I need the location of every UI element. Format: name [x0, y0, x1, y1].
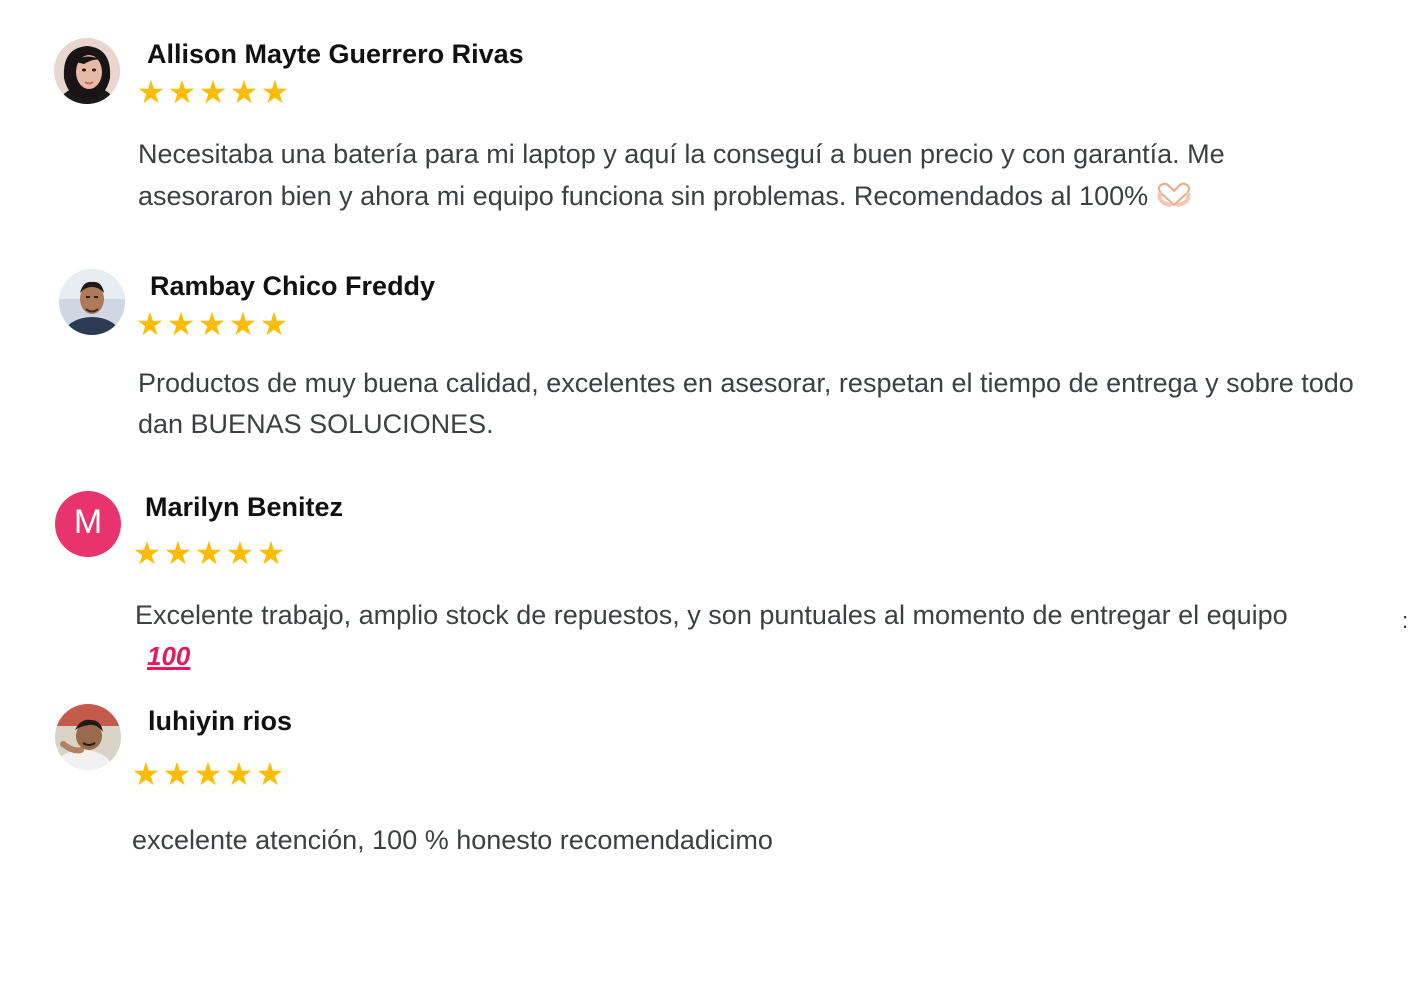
star-icon: ★ — [132, 534, 162, 572]
star-rating: ★ ★ ★ ★ ★ — [131, 758, 285, 790]
star-icon: ★ — [228, 305, 258, 343]
review-text: Necesitaba una batería para mi laptop y … — [138, 133, 1358, 219]
avatar-letter: M — [73, 503, 103, 541]
reviewer-name[interactable]: luhiyin rios — [148, 708, 292, 735]
star-rating: ★ ★ ★ ★ ★ — [136, 76, 290, 108]
star-icon: ★ — [163, 534, 193, 572]
star-icon: ★ — [225, 534, 255, 572]
heart-hands-icon — [1156, 177, 1192, 219]
review-text: Productos de muy buena calidad, excelent… — [138, 368, 1354, 439]
star-icon: ★ — [136, 73, 166, 111]
hundred-points-icon: 100 — [147, 641, 191, 671]
reviewer-name[interactable]: Rambay Chico Freddy — [150, 273, 435, 300]
review-text-body: Excelente trabajo, amplio stock de repue… — [135, 600, 1288, 630]
star-icon: ★ — [167, 73, 197, 111]
star-icon: ★ — [162, 755, 192, 793]
star-icon: ★ — [224, 755, 254, 793]
review-text-body: Necesitaba una batería para mi laptop y … — [138, 139, 1225, 211]
avatar[interactable] — [54, 38, 120, 104]
star-rating: ★ ★ ★ ★ ★ — [132, 537, 286, 569]
avatar[interactable]: M — [55, 491, 121, 557]
star-icon: ★ — [166, 305, 196, 343]
star-icon: ★ — [194, 534, 224, 572]
review-text: excelente atención, 100 % honesto recome… — [132, 825, 773, 855]
star-icon: ★ — [256, 534, 286, 572]
star-icon: ★ — [198, 73, 228, 111]
star-icon: ★ — [259, 305, 289, 343]
avatar[interactable] — [59, 269, 125, 335]
side-mark: : — [1402, 608, 1409, 633]
star-icon: ★ — [193, 755, 223, 793]
star-icon: ★ — [260, 73, 290, 111]
star-icon: ★ — [197, 305, 227, 343]
star-icon: ★ — [131, 755, 161, 793]
reviewer-name[interactable]: Allison Mayte Guerrero Rivas — [147, 41, 524, 68]
star-icon: ★ — [255, 755, 285, 793]
review-text: Excelente trabajo, amplio stock de repue… — [135, 595, 1295, 677]
star-icon: ★ — [135, 305, 165, 343]
avatar[interactable] — [55, 704, 121, 770]
reviewer-name[interactable]: Marilyn Benitez — [145, 494, 343, 521]
star-rating: ★ ★ ★ ★ ★ — [135, 308, 289, 340]
star-icon: ★ — [229, 73, 259, 111]
